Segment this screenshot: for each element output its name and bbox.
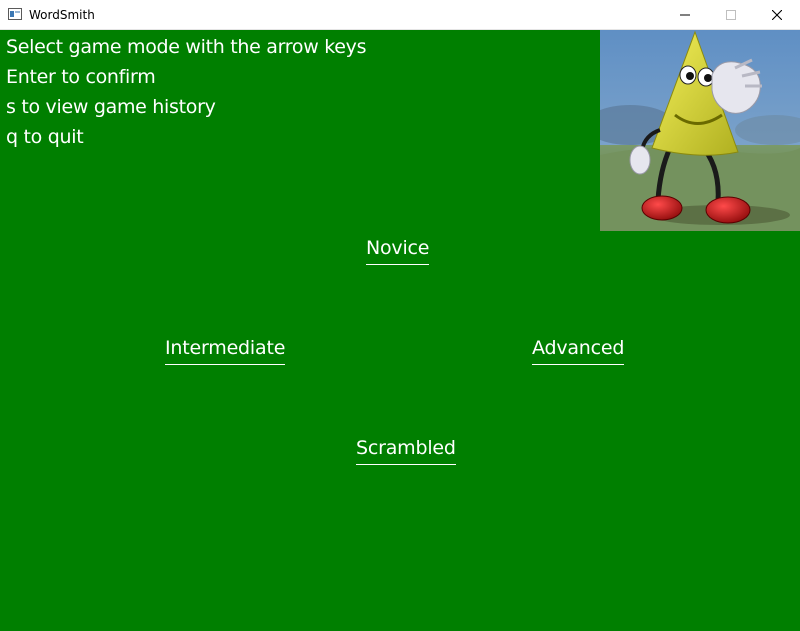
mode-advanced-option[interactable]: Advanced [532,336,624,365]
mode-scrambled-option[interactable]: Scrambled [356,436,456,465]
app-window: WordSmith Select game mode with the arro… [0,0,800,631]
app-icon [8,8,22,20]
close-button[interactable] [754,0,800,30]
maximize-button[interactable] [708,0,754,30]
mode-novice-option[interactable]: Novice [366,236,429,265]
instruction-enter-confirm: Enter to confirm [6,66,156,88]
instruction-view-history: s to view game history [6,96,216,118]
minimize-button[interactable] [662,0,708,30]
mascot-character-image [600,30,800,231]
instruction-select-mode: Select game mode with the arrow keys [6,36,367,58]
window-title: WordSmith [29,8,95,22]
minimize-icon [680,14,690,16]
instruction-quit: q to quit [6,126,84,148]
game-canvas[interactable]: Select game mode with the arrow keys Ent… [0,30,800,631]
close-icon [772,10,782,20]
title-bar[interactable]: WordSmith [0,0,800,30]
mode-intermediate-option[interactable]: Intermediate [165,336,285,365]
maximize-icon [726,10,736,20]
